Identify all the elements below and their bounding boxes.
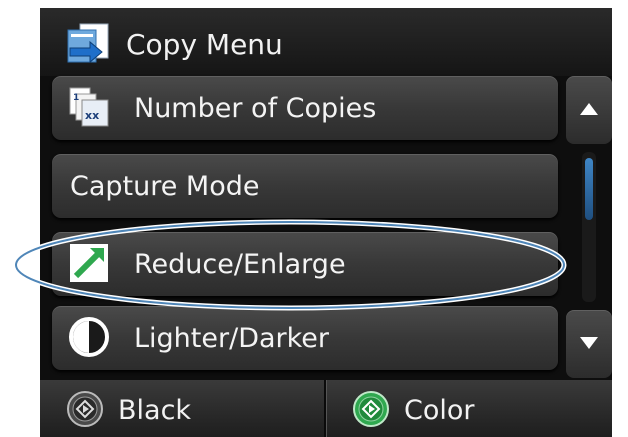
number-of-copies-icon: 1 xx [69,87,109,127]
page-title: Copy Menu [126,28,283,61]
scrollbar[interactable] [566,76,612,378]
menu-item-lighter-darker[interactable]: Lighter/Darker [52,306,558,370]
scroll-up-button[interactable] [566,76,612,144]
start-color-icon [353,391,389,427]
menu-item-label: Lighter/Darker [134,323,330,354]
menu-item-capture-mode[interactable]: Capture Mode [52,154,558,218]
menu-item-label: Capture Mode [70,171,260,202]
copy-menu-icon [67,23,109,64]
black-label: Black [118,395,192,426]
svg-text:xx: xx [85,109,99,122]
menu-item-reduce-enlarge[interactable]: Reduce/Enlarge [52,232,558,296]
black-copy-button[interactable]: Black [40,380,324,437]
color-copy-button[interactable]: Color [326,380,612,437]
scroll-thumb[interactable] [585,158,593,220]
triangle-down-icon [580,337,598,349]
bottom-bar: Black Color [40,380,612,437]
menu-item-label: Reduce/Enlarge [134,249,346,280]
reduce-enlarge-icon [70,244,108,282]
control-panel-screen: Copy Menu 1 xx Number of Copies Capture … [40,8,612,437]
menu-item-number-of-copies[interactable]: 1 xx Number of Copies [52,76,558,140]
svg-text:1: 1 [73,93,79,103]
color-label: Color [404,395,475,426]
triangle-up-icon [580,103,598,115]
start-black-icon [67,391,103,427]
title-bar: Copy Menu [40,8,612,76]
scroll-down-button[interactable] [566,310,612,378]
menu-item-label: Number of Copies [134,93,377,124]
scroll-track[interactable] [582,152,596,302]
lighter-darker-icon [69,317,109,357]
